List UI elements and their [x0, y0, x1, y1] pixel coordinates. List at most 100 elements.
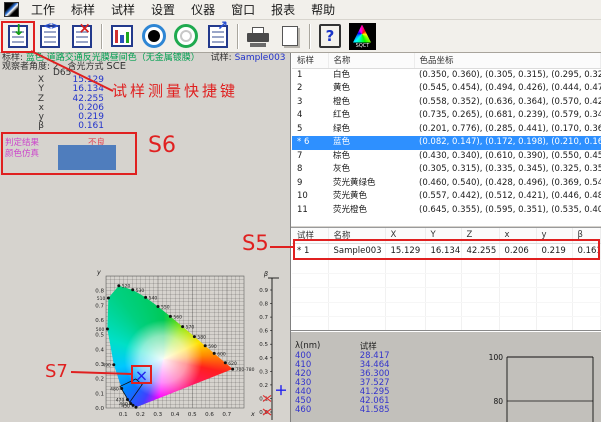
spectral-panel: λ(nm)试样40028.41741034.46442036.30043037.…: [291, 330, 601, 422]
delete-record-icon[interactable]: ×: [67, 22, 97, 51]
svg-text:0.6: 0.6: [259, 329, 268, 335]
svg-text:500: 500: [96, 327, 105, 333]
standard-row[interactable]: 3橙色(0.558, 0.352), (0.636, 0.364), (0.57…: [292, 96, 601, 110]
svg-text:0.8: 0.8: [95, 289, 104, 295]
menu-item-窗口[interactable]: 窗口: [223, 0, 263, 19]
svg-text:480: 480: [110, 387, 119, 393]
standard-row[interactable]: 1白色(0.350, 0.360), (0.305, 0.315), (0.29…: [292, 68, 601, 82]
svg-text:510: 510: [97, 296, 106, 302]
print-preview-icon[interactable]: [275, 22, 305, 51]
standard-row[interactable]: 2黄色(0.545, 0.454), (0.494, 0.426), (0.44…: [292, 82, 601, 96]
menu-item-帮助[interactable]: 帮助: [303, 0, 343, 19]
svg-text:0.3: 0.3: [259, 369, 268, 375]
column-header: Y: [425, 228, 461, 243]
diagram-overlay: 0.10.20.30.40.50.60.70.00.10.20.30.40.50…: [86, 266, 258, 422]
angle-brackets-icon: <>: [43, 22, 58, 32]
sample-row[interactable]: * 1Sample00315.12916.13442.2550.2060.219…: [292, 243, 601, 259]
svg-text:590: 590: [208, 344, 217, 350]
svg-text:0.7: 0.7: [259, 315, 268, 321]
svg-text:0.8: 0.8: [259, 302, 268, 308]
standard-row[interactable]: * 6蓝色(0.082, 0.147), (0.172, 0.198), (0.…: [292, 136, 601, 150]
beta-axis: β0.90.80.70.60.50.40.30.20.10.0: [242, 266, 288, 422]
down-arrow-icon: ↓: [12, 23, 25, 38]
svg-text:80: 80: [493, 397, 503, 406]
menu-item-工作[interactable]: 工作: [23, 0, 63, 19]
standard-row[interactable]: 4红色(0.735, 0.265), (0.681, 0.239), (0.57…: [292, 109, 601, 123]
menu-bar: 工作标样试样设置仪器窗口报表帮助: [0, 0, 601, 20]
judgment-panel: 判定结果 不良 颜色仿真: [2, 133, 136, 174]
sample-label: 试样:: [211, 53, 232, 63]
svg-text:0.6: 0.6: [95, 318, 104, 324]
svg-text:β: β: [264, 270, 268, 278]
svg-text:0.5: 0.5: [188, 412, 197, 418]
black-calibration-icon[interactable]: [139, 22, 169, 51]
toolbar-separator: [237, 24, 239, 49]
svg-text:0.4: 0.4: [95, 347, 104, 353]
column-header: y: [536, 228, 572, 243]
sample-list: 试样名称XYZxyβ* 1Sample00315.12916.13442.255…: [292, 228, 601, 330]
empty-row: [292, 288, 601, 302]
standard-row[interactable]: 11荧光橙色(0.645, 0.355), (0.595, 0.351), (0…: [292, 204, 601, 218]
column-header: 标样: [292, 53, 328, 68]
compare-icon[interactable]: <>: [35, 22, 65, 51]
menu-items: 工作标样试样设置仪器窗口报表帮助: [23, 0, 343, 19]
svg-text:0.1: 0.1: [119, 412, 128, 418]
svg-text:0.0: 0.0: [95, 406, 104, 412]
app-icon: [4, 2, 19, 17]
menu-item-设置[interactable]: 设置: [143, 0, 183, 19]
annotation-s7: S7: [45, 361, 68, 382]
svg-text:540: 540: [149, 295, 158, 301]
export-icon[interactable]: ↗: [203, 22, 233, 51]
annotation-s5: S5: [242, 231, 269, 255]
chart-icon[interactable]: [107, 22, 137, 51]
svg-text:100: 100: [489, 353, 504, 362]
white-calibration-icon[interactable]: [171, 22, 201, 51]
svg-text:0.5: 0.5: [259, 342, 268, 348]
standard-row[interactable]: 8灰色(0.305, 0.315), (0.335, 0.345), (0.32…: [292, 163, 601, 177]
annotation-shortcut-text: 试样测量快捷键: [112, 80, 238, 101]
svg-text:580: 580: [197, 335, 206, 341]
svg-text:570: 570: [186, 325, 195, 331]
spectral-table: λ(nm)试样40028.41741034.46442036.30043037.…: [295, 340, 435, 415]
svg-text:620: 620: [228, 361, 237, 367]
menu-item-标样[interactable]: 标样: [63, 0, 103, 19]
tristimulus-row[interactable]: β0.161: [12, 122, 104, 131]
toolbar: ↓ <> × ↗ ? SQCT: [0, 20, 601, 53]
standard-row[interactable]: 9荧光黄绿色(0.460, 0.540), (0.428, 0.496), (0…: [292, 177, 601, 191]
standard-row[interactable]: 5绿色(0.201, 0.776), (0.285, 0.441), (0.17…: [292, 123, 601, 137]
svg-text:530: 530: [136, 288, 145, 294]
standard-row[interactable]: 10荧光黄色(0.557, 0.442), (0.512, 0.421), (0…: [292, 190, 601, 204]
sample-name: Sample003: [235, 53, 286, 63]
mode-value: SCE: [106, 61, 126, 72]
color-swatch: [58, 145, 116, 170]
tristimulus-table: X15.129Y16.134Z42.255x0.206y0.219β0.161: [12, 76, 104, 132]
sqct-logo[interactable]: SQCT: [347, 22, 378, 51]
measure-sample-icon[interactable]: ↓: [3, 22, 33, 51]
menu-item-报表[interactable]: 报表: [263, 0, 303, 19]
toolbar-separator: [101, 24, 103, 49]
annotation-s6: S6: [148, 133, 176, 158]
svg-text:0.1: 0.1: [95, 391, 104, 397]
svg-text:600: 600: [217, 351, 226, 357]
print-icon[interactable]: [243, 22, 273, 51]
svg-text:0.0: 0.0: [259, 410, 268, 416]
column-header: 名称: [328, 228, 385, 243]
svg-text:0.7: 0.7: [95, 303, 104, 309]
x-mark-icon: ×: [78, 21, 91, 36]
menu-item-仪器[interactable]: 仪器: [183, 0, 223, 19]
column-header: Z: [461, 228, 499, 243]
standard-row[interactable]: 7棕色(0.430, 0.340), (0.610, 0.390), (0.55…: [292, 150, 601, 164]
svg-text:0.4: 0.4: [171, 412, 180, 418]
svg-text:550: 550: [161, 305, 170, 311]
column-header: X: [385, 228, 425, 243]
empty-row: [292, 259, 601, 273]
column-header: 色品坐标: [414, 53, 601, 68]
spectral-row: 46041.585: [295, 406, 435, 415]
menu-item-试样[interactable]: 试样: [103, 0, 143, 19]
standards-table: 标样名称色品坐标1白色(0.350, 0.360), (0.305, 0.315…: [292, 53, 601, 217]
color-simulation-label: 颜色仿真: [5, 147, 39, 159]
column-header: x: [499, 228, 536, 243]
svg-text:0.2: 0.2: [95, 377, 104, 383]
help-icon[interactable]: ?: [315, 22, 345, 51]
sample-table: 试样名称XYZxyβ* 1Sample00315.12916.13442.255…: [292, 228, 601, 330]
